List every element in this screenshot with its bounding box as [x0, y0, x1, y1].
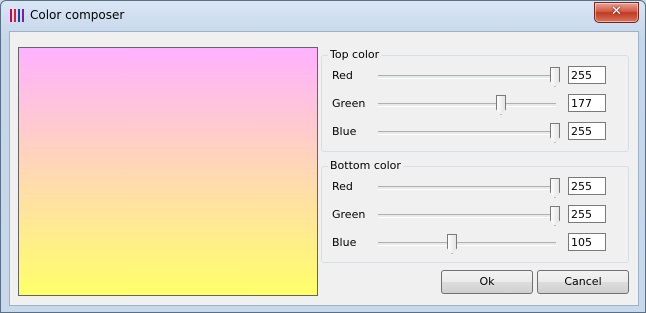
bottom-color-legend: Bottom color — [328, 159, 403, 172]
bottom-blue-slider[interactable] — [376, 232, 558, 254]
slider-thumb[interactable] — [496, 95, 506, 115]
slider-track — [378, 186, 556, 190]
color-composer-window: Color composer ✕ Top color Red Green — [0, 0, 646, 313]
slider-track — [378, 131, 556, 135]
bottom-green-row: Green — [322, 204, 628, 226]
slider-track — [378, 103, 556, 107]
slider-thumb[interactable] — [447, 234, 457, 254]
slider-thumb[interactable] — [550, 67, 560, 87]
slider-thumb[interactable] — [550, 178, 560, 198]
bottom-green-value-input[interactable] — [568, 205, 606, 223]
bottom-green-slider[interactable] — [376, 204, 560, 226]
top-color-legend: Top color — [328, 48, 382, 61]
bottom-red-label: Red — [332, 180, 353, 193]
color-bars-icon — [10, 9, 24, 22]
top-green-slider[interactable] — [376, 93, 558, 115]
color-preview — [18, 47, 318, 296]
slider-track — [378, 75, 556, 79]
top-blue-slider[interactable] — [376, 121, 560, 143]
dialog-client-area: Top color Red Green Blue — [9, 31, 639, 306]
bottom-blue-row: Blue — [322, 232, 628, 254]
top-blue-label: Blue — [332, 125, 357, 138]
top-red-value-input[interactable] — [568, 66, 606, 84]
top-blue-row: Blue — [322, 121, 628, 143]
top-blue-value-input[interactable] — [568, 122, 606, 140]
close-button[interactable]: ✕ — [594, 2, 639, 23]
close-icon: ✕ — [611, 4, 622, 19]
title-bar[interactable]: Color composer ✕ — [1, 1, 645, 29]
top-red-slider[interactable] — [376, 65, 560, 87]
slider-track — [378, 214, 556, 218]
top-red-row: Red — [322, 65, 628, 87]
bottom-red-slider[interactable] — [376, 176, 560, 198]
bottom-green-label: Green — [332, 208, 366, 221]
top-green-value-input[interactable] — [568, 94, 606, 112]
slider-thumb[interactable] — [550, 123, 560, 143]
bottom-blue-label: Blue — [332, 236, 357, 249]
bottom-red-row: Red — [322, 176, 628, 198]
top-color-group: Top color Red Green Blue — [321, 48, 629, 152]
top-green-label: Green — [332, 97, 366, 110]
ok-button[interactable]: Ok — [441, 270, 533, 294]
cancel-button[interactable]: Cancel — [537, 270, 629, 294]
bottom-color-group: Bottom color Red Green Blue — [321, 159, 629, 263]
window-title: Color composer — [30, 8, 125, 22]
top-green-row: Green — [322, 93, 628, 115]
bottom-red-value-input[interactable] — [568, 177, 606, 195]
slider-thumb[interactable] — [550, 206, 560, 226]
top-red-label: Red — [332, 69, 353, 82]
bottom-blue-value-input[interactable] — [568, 233, 606, 251]
slider-track — [378, 242, 556, 246]
